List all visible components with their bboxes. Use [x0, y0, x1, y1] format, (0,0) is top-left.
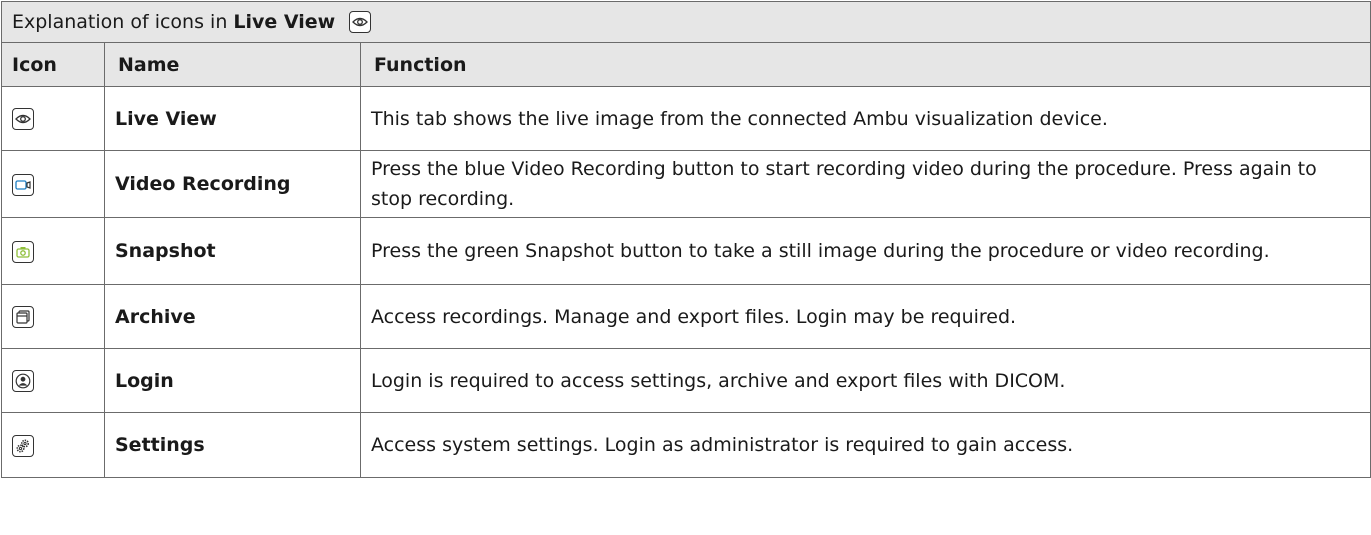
table-row: Video Recording Press the blue Video Rec…: [1, 150, 1371, 218]
user-icon: [12, 370, 34, 392]
table-title-prefix: Explanation of icons in: [12, 11, 234, 33]
row-name: Settings: [104, 412, 361, 478]
row-function: Login is required to access settings, ar…: [359, 348, 1371, 413]
row-name: Video Recording: [104, 150, 361, 218]
column-header-function: Function: [359, 42, 1371, 87]
column-header-icon: Icon: [1, 42, 105, 87]
icons-table: Explanation of icons in Live View Icon N…: [0, 1, 1371, 478]
row-function: Access system settings. Login as adminis…: [359, 412, 1371, 478]
row-name: Snapshot: [104, 217, 361, 285]
table-title-row: Explanation of icons in Live View: [0, 1, 1371, 43]
gears-icon: [12, 434, 34, 457]
table-row: Login Login is required to access settin…: [1, 348, 1371, 413]
row-name: Archive: [104, 284, 361, 349]
table-title-emphasis: Live View: [233, 11, 336, 33]
table-header-row: Icon Name Function: [1, 42, 1371, 87]
row-function: This tab shows the live image from the c…: [359, 86, 1371, 151]
row-function: Press the green Snapshot button to take …: [359, 217, 1371, 285]
column-header-name: Name: [104, 42, 361, 87]
video-camera-icon: [12, 173, 34, 196]
folder-icon: [12, 306, 34, 328]
row-function: Press the blue Video Recording button to…: [359, 150, 1371, 218]
row-name: Login: [104, 348, 361, 413]
table-row: Archive Access recordings. Manage and ex…: [1, 284, 1371, 349]
eye-icon: [349, 11, 372, 33]
table-row: Snapshot Press the green Snapshot button…: [1, 217, 1371, 285]
eye-icon: [12, 108, 34, 130]
camera-icon: [12, 240, 34, 263]
row-function: Access recordings. Manage and export fil…: [359, 284, 1371, 349]
table-row: Live View This tab shows the live image …: [1, 86, 1371, 151]
table-row: Settings Access system settings. Login a…: [1, 412, 1371, 478]
table-title: Explanation of icons in Live View: [0, 1, 1371, 43]
row-name: Live View: [104, 86, 361, 151]
